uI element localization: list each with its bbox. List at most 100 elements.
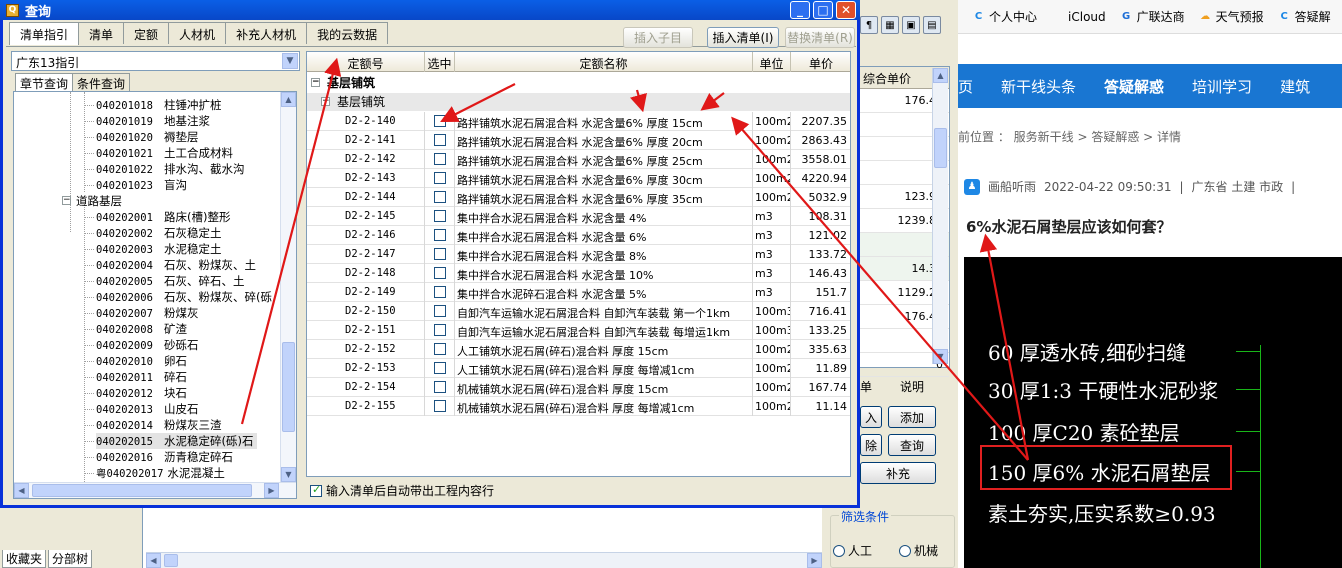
author-name[interactable]: 画船听雨 bbox=[988, 178, 1036, 195]
collapse-icon[interactable]: − bbox=[311, 78, 320, 87]
select-checkbox[interactable] bbox=[433, 400, 446, 412]
maximize-icon[interactable]: □ bbox=[813, 1, 833, 19]
tab-favorites[interactable]: 收藏夹 bbox=[2, 550, 47, 568]
select-checkbox[interactable] bbox=[433, 248, 446, 260]
insert-button[interactable]: 入 bbox=[860, 406, 882, 428]
column-header-1[interactable]: 选中 bbox=[425, 52, 455, 72]
column-header-4[interactable]: 单价 bbox=[791, 52, 850, 72]
tree-node[interactable]: 040201019 地基注浆 bbox=[84, 113, 210, 129]
dialog-titlebar[interactable]: Q 查询 _ □ ✕ bbox=[0, 0, 860, 20]
tree-node[interactable]: 040202016 沥青稳定碎石 bbox=[84, 449, 233, 465]
auto-work-content-checkbox[interactable] bbox=[310, 483, 322, 497]
guide-combo[interactable]: 广东13指引 ▼ bbox=[11, 51, 300, 71]
scroll-right-icon[interactable]: ▶ bbox=[807, 553, 822, 568]
avatar[interactable]: ♟ bbox=[964, 178, 980, 195]
tree-node[interactable]: 040202008 矿渣 bbox=[84, 321, 187, 337]
select-checkbox[interactable] bbox=[433, 134, 446, 146]
table-row[interactable]: D2-2-142 路拌铺筑水泥石屑混合料 水泥含量6% 厚度 25cm 100m2 3… bbox=[307, 150, 850, 169]
scroll-thumb[interactable] bbox=[164, 554, 178, 567]
scroll-thumb[interactable] bbox=[32, 484, 252, 497]
table-row[interactable]: D2-2-152 人工铺筑水泥石屑(碎石)混合料 厚度 15cm 100m2 335.… bbox=[307, 340, 850, 359]
table-row[interactable]: D2-2-141 路拌铺筑水泥石屑混合料 水泥含量6% 厚度 20cm 100m2 2… bbox=[307, 131, 850, 150]
delete-button[interactable]: 除 bbox=[860, 434, 882, 456]
scroll-thumb[interactable] bbox=[282, 342, 295, 432]
table-row[interactable]: D2-2-149 集中拌合水泥碎石混合料 水泥含量 5% m3 151.7 bbox=[307, 283, 850, 302]
tab-1[interactable]: 清单 bbox=[78, 22, 125, 44]
close-icon[interactable]: ✕ bbox=[836, 1, 856, 19]
tree-node[interactable]: 040202004 石灰、粉煤灰、土 bbox=[84, 257, 256, 273]
insert-list-button[interactable]: 插入清单(I) bbox=[707, 27, 779, 48]
select-checkbox[interactable] bbox=[433, 210, 446, 222]
side-tab-right[interactable]: 说明 bbox=[900, 378, 924, 395]
select-checkbox[interactable] bbox=[433, 267, 446, 279]
toolbar-icon-2[interactable]: ▦ bbox=[881, 16, 899, 34]
tree-node[interactable]: 040202007 粉煤灰 bbox=[84, 305, 199, 321]
tab-0[interactable]: 清单指引 bbox=[9, 22, 80, 45]
table-row[interactable]: D2-2-151 自卸汽车运输水泥石屑混合料 自卸汽车装载 每增运1km 100m3… bbox=[307, 321, 850, 340]
table-row[interactable]: D2-2-145 集中拌合水泥石屑混合料 水泥含量 4% m3 108.31 bbox=[307, 207, 850, 226]
tree-node[interactable]: 040202013 山皮石 bbox=[84, 401, 199, 417]
group-row[interactable]: − 基层铺筑 bbox=[307, 74, 850, 92]
table-row[interactable]: D2-2-147 集中拌合水泥石屑混合料 水泥含量 8% m3 133.72 bbox=[307, 245, 850, 264]
table-row[interactable]: D2-2-146 集中拌合水泥石屑混合料 水泥含量 6% m3 121.02 bbox=[307, 226, 850, 245]
tree-horizontal-scrollbar[interactable]: ◀ ▶ bbox=[14, 482, 296, 498]
table-row[interactable]: D2-2-154 机械铺筑水泥石屑(碎石)混合料 厚度 15cm 100m2 167.… bbox=[307, 378, 850, 397]
table-row[interactable]: D2-2-144 路拌铺筑水泥石屑混合料 水泥含量6% 厚度 35cm 100m2 5… bbox=[307, 188, 850, 207]
select-checkbox[interactable] bbox=[433, 343, 446, 355]
bookmark-3[interactable]: ☁ 天气预报 bbox=[1199, 8, 1264, 25]
background-horizontal-scrollbar[interactable]: ◀ ▶ bbox=[146, 552, 822, 568]
bookmark-2[interactable]: G 广联达商 bbox=[1120, 8, 1185, 25]
tree-node[interactable]: 040202015 水泥稳定碎(砾)石 bbox=[84, 433, 258, 449]
tree-node[interactable]: 040202014 粉煤灰三渣 bbox=[84, 417, 222, 433]
toolbar-icon-4[interactable]: ▤ bbox=[923, 16, 941, 34]
table-row[interactable]: D2-2-143 路拌铺筑水泥石屑混合料 水泥含量6% 厚度 30cm 100m2 4… bbox=[307, 169, 850, 188]
toolbar-icon-1[interactable]: ¶ bbox=[860, 16, 878, 34]
table-row[interactable]: D2-2-150 自卸汽车运输水泥石屑混合料 自卸汽车装载 第一个1km 100m3… bbox=[307, 302, 850, 321]
tab-section-tree[interactable]: 分部树 bbox=[48, 550, 93, 568]
select-checkbox[interactable] bbox=[433, 191, 446, 203]
table-row[interactable]: D2-2-155 机械铺筑水泥石屑(碎石)混合料 厚度 每增减1cm 100m2 11… bbox=[307, 397, 850, 416]
scroll-left-icon[interactable]: ◀ bbox=[146, 553, 161, 568]
tree-node[interactable]: 040202009 砂砾石 bbox=[84, 337, 199, 353]
bookmark-4[interactable]: C 答疑解 bbox=[1278, 8, 1331, 25]
toolbar-icon-3[interactable]: ▣ bbox=[902, 16, 920, 34]
tree-node[interactable]: 040201021 土工合成材料 bbox=[84, 145, 233, 161]
filter-radio-labor[interactable]: 人工 bbox=[833, 542, 872, 559]
chevron-down-icon[interactable]: ▼ bbox=[282, 53, 298, 69]
tree-node[interactable]: 040201023 盲沟 bbox=[84, 177, 187, 193]
nav-item-1[interactable]: 新干线头条 bbox=[987, 76, 1090, 97]
table-row[interactable]: D2-2-153 人工铺筑水泥石屑(碎石)混合料 厚度 每增减1cm 100m2 11… bbox=[307, 359, 850, 378]
filter-radio-machine[interactable]: 机械 bbox=[899, 542, 938, 559]
scroll-right-icon[interactable]: ▶ bbox=[264, 483, 279, 498]
tree-node[interactable]: 粤040202017 水泥混凝土 bbox=[84, 465, 225, 481]
select-checkbox[interactable] bbox=[433, 305, 446, 317]
bookmark-0[interactable]: C 个人中心 bbox=[972, 8, 1037, 25]
tree-node[interactable]: 040202006 石灰、粉煤灰、碎(砾 bbox=[84, 289, 272, 305]
replace-list-button[interactable]: 替换清单(R) bbox=[785, 27, 855, 48]
select-checkbox[interactable] bbox=[433, 362, 446, 374]
scroll-up-icon[interactable]: ▲ bbox=[933, 68, 948, 83]
tree-node[interactable]: 040202011 碎石 bbox=[84, 369, 187, 385]
scroll-down-icon[interactable]: ▼ bbox=[281, 467, 296, 482]
column-header-3[interactable]: 单位 bbox=[753, 52, 791, 72]
scroll-down-icon[interactable]: ▼ bbox=[933, 349, 948, 364]
side-tab-left[interactable]: 单 bbox=[860, 378, 872, 395]
tree-node[interactable]: − 道路基层 bbox=[62, 193, 122, 209]
scroll-thumb[interactable] bbox=[934, 128, 947, 168]
query-button[interactable]: 查询 bbox=[888, 434, 936, 456]
table-row[interactable]: D2-2-148 集中拌合水泥石屑混合料 水泥含量 10% m3 146.43 bbox=[307, 264, 850, 283]
background-vertical-scrollbar[interactable]: ▲ ▼ bbox=[932, 68, 948, 364]
nav-item-2[interactable]: 答疑解惑 bbox=[1090, 76, 1178, 97]
tree-node[interactable]: 040202003 水泥稳定土 bbox=[84, 241, 222, 257]
insert-child-button[interactable]: 插入子目 bbox=[623, 27, 693, 48]
nav-item-4[interactable]: 建筑 bbox=[1266, 76, 1324, 97]
subgroup-row[interactable]: − 基层铺筑 bbox=[307, 93, 850, 111]
tab-5[interactable]: 我的云数据 bbox=[306, 22, 389, 44]
tree-vertical-scrollbar[interactable]: ▲ ▼ bbox=[280, 92, 296, 482]
tree-node[interactable]: 040201018 柱锤冲扩桩 bbox=[84, 97, 222, 113]
select-checkbox[interactable] bbox=[433, 229, 446, 241]
select-checkbox[interactable] bbox=[433, 324, 446, 336]
tab-condition-query[interactable]: 条件查询 bbox=[72, 73, 131, 91]
add-button[interactable]: 添加 bbox=[888, 406, 936, 428]
tree-node[interactable]: 040201022 排水沟、截水沟 bbox=[84, 161, 245, 177]
